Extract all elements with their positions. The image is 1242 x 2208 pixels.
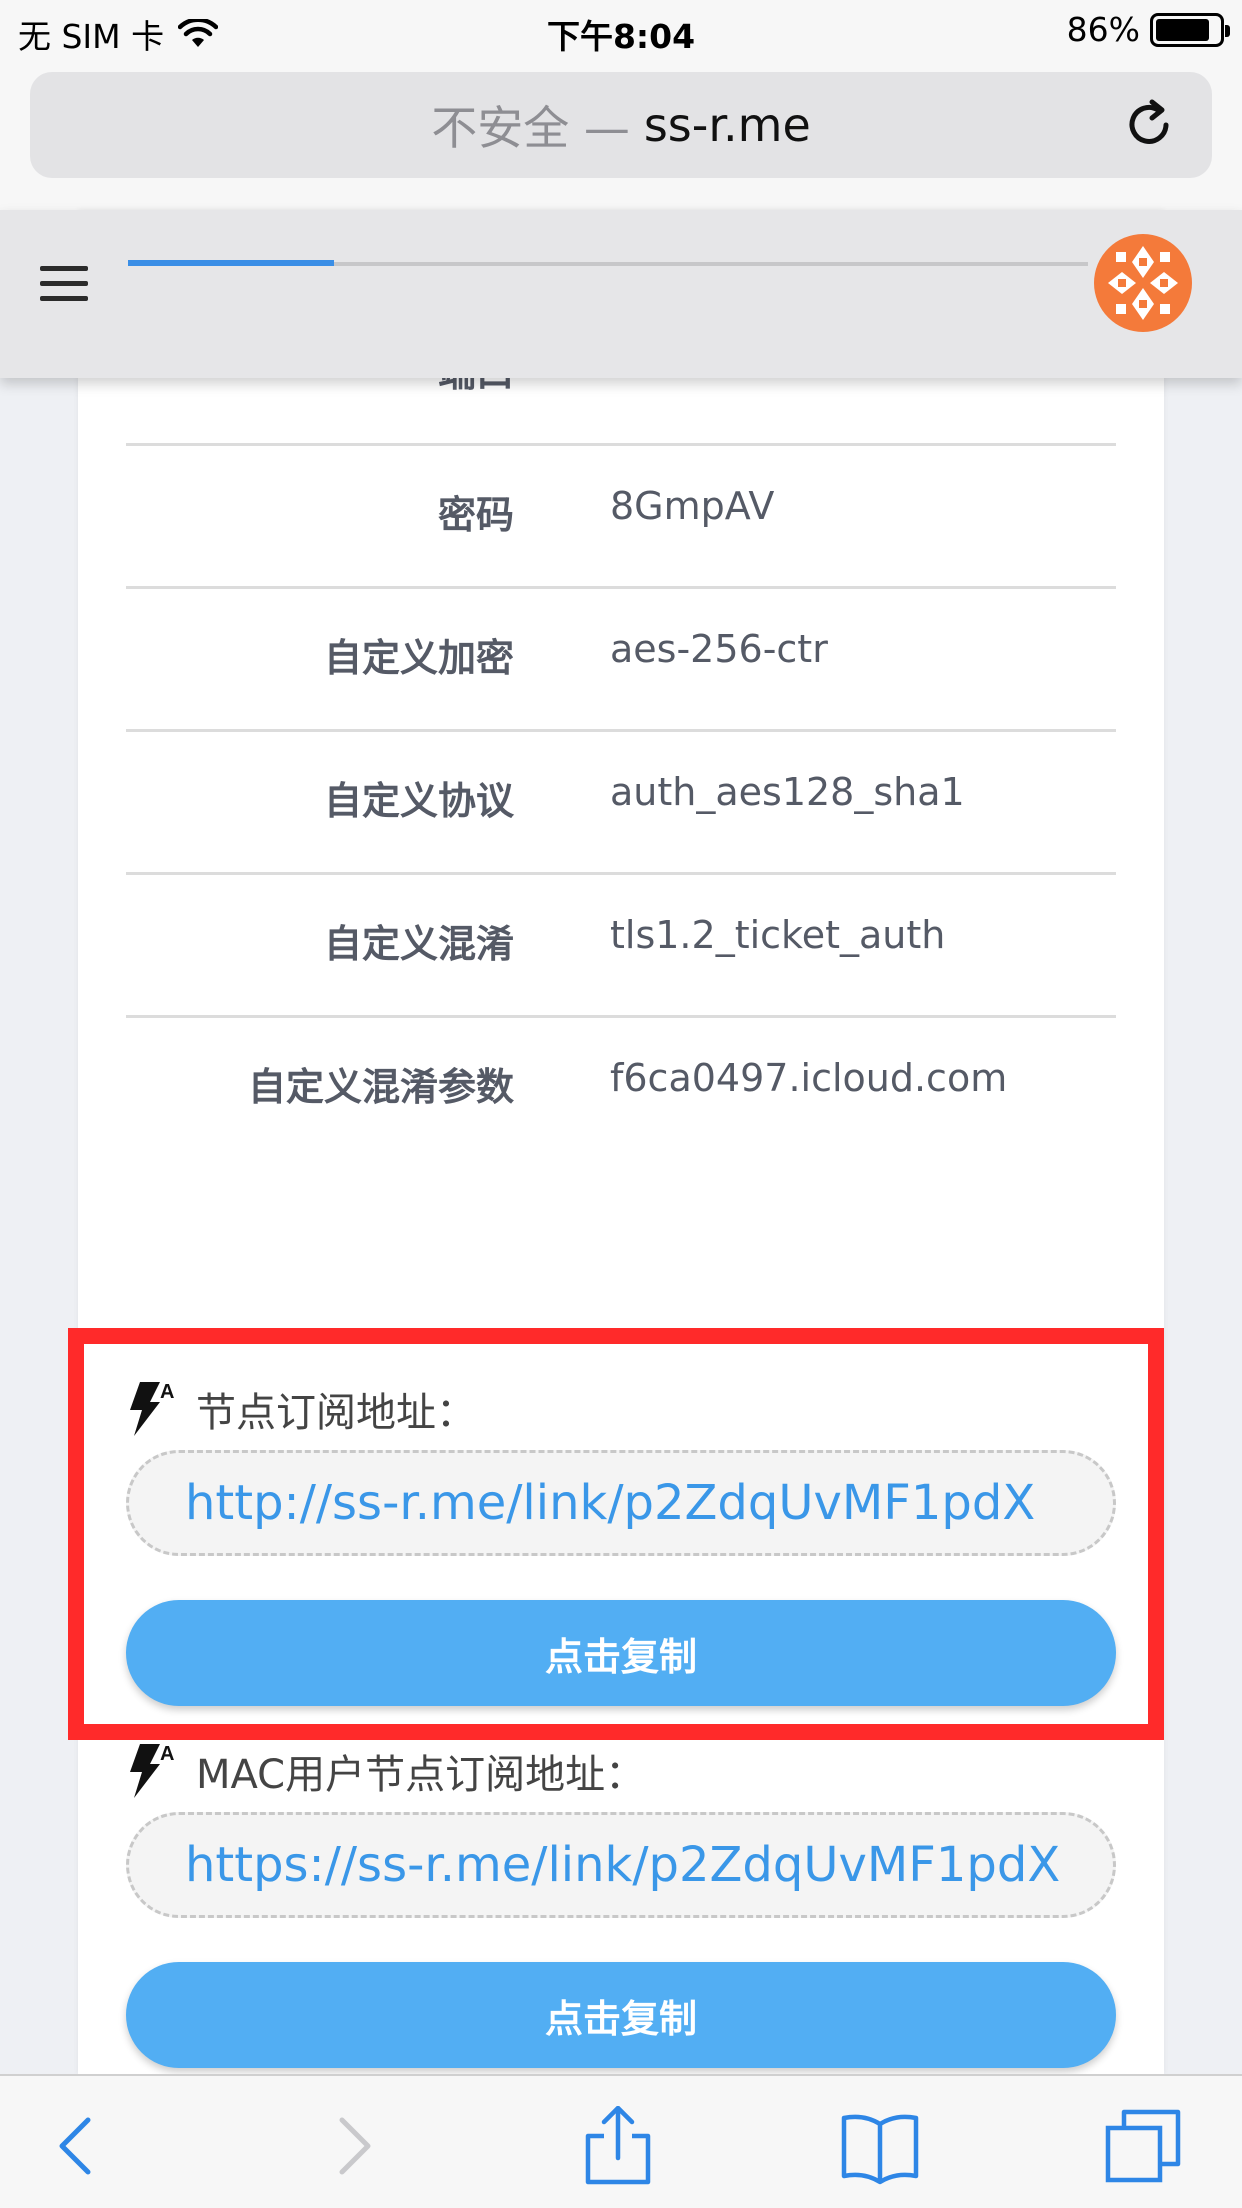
mac-subscription-title-label: MAC用户节点订阅地址： [196,1752,646,1798]
svg-text:A: A [160,1381,174,1403]
flash-auto-icon: A [130,1381,174,1436]
tabs-icon[interactable] [1104,2106,1184,2186]
clock: 下午8:04 [546,17,696,56]
battery-percent: 86% [1066,10,1140,49]
info-label: 自定义协议 [323,779,514,823]
address-bar[interactable]: 不安全 — ss-r.me [30,72,1212,178]
subscription-block: A 节点订阅地址： http://ss-r.me/link/p2ZdqUvMF1… [126,1380,1116,1706]
info-row: 密码 8GmpAV [126,446,1116,589]
info-value: tls1.2_ticket_auth [610,913,946,957]
flash-auto-icon: A [130,1743,174,1798]
bookmarks-icon[interactable] [840,2106,920,2186]
active-tab-indicator [128,260,334,266]
info-value: 8GmpAV [610,484,775,528]
info-label: 自定义混淆参数 [247,1065,514,1109]
info-row: 自定义协议 auth_aes128_sha1 [126,732,1116,875]
info-label: 自定义混淆 [323,922,514,966]
info-label: 自定义加密 [323,636,514,680]
copy-button[interactable]: 点击复制 [126,1600,1116,1706]
status-bar: 无 SIM 卡 下午8:04 86% [0,0,1242,60]
security-label: 不安全 — [431,101,630,155]
back-icon[interactable] [38,2106,118,2186]
info-row: 自定义混淆 tls1.2_ticket_auth [126,875,1116,1018]
avatar[interactable] [1094,234,1192,332]
tab-strip [128,260,1088,266]
mac-subscription-block: A MAC用户节点订阅地址： https://ss-r.me/link/p2Zd… [126,1742,1116,2068]
reload-icon[interactable] [1122,98,1176,152]
subscription-title: A 节点订阅地址： [126,1380,1116,1450]
browser-toolbar [0,2074,1242,2208]
mac-copy-button[interactable]: 点击复制 [126,1962,1116,2068]
node-info-table: 端口 64036 密码 8GmpAV 自定义加密 aes-256-ctr 自定义… [126,342,1116,1161]
status-right: 86% [1066,10,1230,49]
info-row: 自定义加密 aes-256-ctr [126,589,1116,732]
battery-icon [1150,12,1230,47]
svg-text:A: A [160,1743,174,1765]
subscription-link-field[interactable]: http://ss-r.me/link/p2ZdqUvMF1pdX [126,1450,1116,1556]
mac-subscription-title: A MAC用户节点订阅地址： [126,1742,1116,1812]
share-icon[interactable] [578,2106,658,2186]
info-value: f6ca0497.icloud.com [610,1056,1008,1100]
browser-address-area: 不安全 — ss-r.me [0,60,1242,210]
info-value: aes-256-ctr [610,627,828,671]
info-value: auth_aes128_sha1 [610,770,965,814]
battery-level [1156,18,1210,41]
info-row: 自定义混淆参数 f6ca0497.icloud.com [126,1018,1116,1161]
mac-subscription-link-field[interactable]: https://ss-r.me/link/p2ZdqUvMF1pdX [126,1812,1116,1918]
info-label: 密码 [437,493,514,537]
page-header [0,210,1242,378]
forward-icon[interactable] [312,2106,392,2186]
subscription-title-label: 节点订阅地址： [196,1390,476,1436]
menu-icon[interactable] [40,266,88,306]
url-host: ss-r.me [643,98,811,152]
